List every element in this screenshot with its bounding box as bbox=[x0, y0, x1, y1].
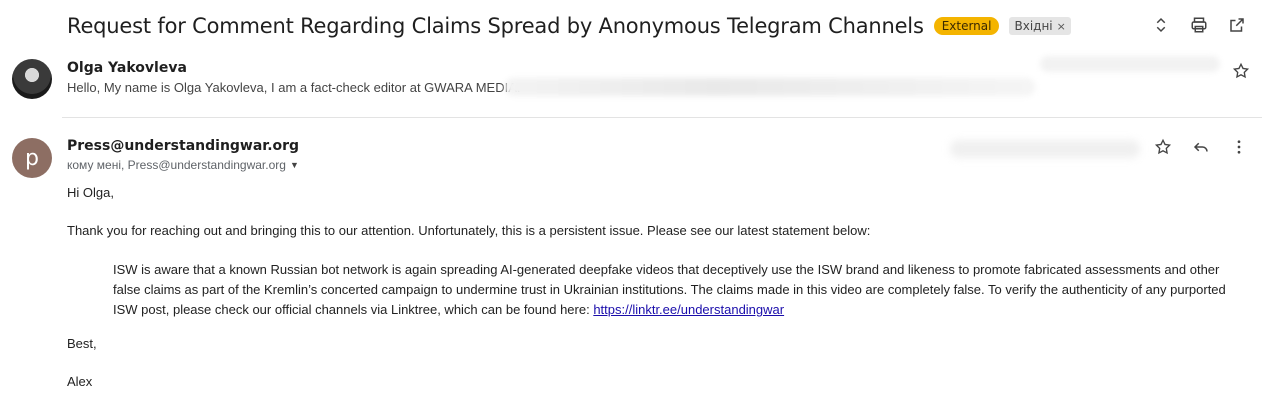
signature: Alex bbox=[67, 374, 93, 389]
avatar: p bbox=[12, 138, 52, 178]
remove-label-icon[interactable]: × bbox=[1057, 20, 1066, 33]
signoff: Best, bbox=[67, 336, 97, 351]
redacted-area bbox=[950, 140, 1140, 158]
chevron-down-icon[interactable]: ▼ bbox=[290, 160, 299, 170]
sender-name: Olga Yakovleva bbox=[67, 60, 187, 76]
collapsed-message[interactable]: Olga Yakovleva Hello, My name is Olga Ya… bbox=[0, 52, 1262, 116]
inbox-label: Вхідні bbox=[1014, 19, 1053, 33]
divider bbox=[62, 117, 1262, 118]
intro-paragraph: Thank you for reaching out and bringing … bbox=[67, 223, 871, 238]
subject-row: Request for Comment Regarding Claims Spr… bbox=[67, 12, 1071, 40]
print-icon[interactable] bbox=[1188, 14, 1210, 36]
inbox-label-chip[interactable]: Вхідні × bbox=[1009, 17, 1071, 35]
recipients-text: кому мені, Press@understandingwar.org bbox=[67, 158, 286, 172]
unfold-icon[interactable] bbox=[1150, 14, 1172, 36]
redacted-area bbox=[505, 78, 1035, 96]
message-snippet: Hello, My name is Olga Yakovleva, I am a… bbox=[67, 80, 521, 95]
thread-toolbar bbox=[1150, 14, 1248, 36]
reply-icon[interactable] bbox=[1190, 136, 1212, 158]
star-icon[interactable] bbox=[1152, 136, 1174, 158]
linktree-link[interactable]: https://linktr.ee/understandingwar bbox=[593, 302, 784, 317]
redacted-area bbox=[1040, 56, 1220, 72]
greeting: Hi Olga, bbox=[67, 185, 114, 200]
external-badge: External bbox=[933, 17, 1000, 35]
email-subject: Request for Comment Regarding Claims Spr… bbox=[67, 14, 924, 38]
star-icon[interactable] bbox=[1230, 60, 1252, 82]
open-in-new-window-icon[interactable] bbox=[1226, 14, 1248, 36]
message-actions bbox=[1152, 136, 1250, 158]
sender-name: Press@understandingwar.org bbox=[67, 138, 300, 154]
more-vert-icon[interactable] bbox=[1228, 136, 1250, 158]
avatar bbox=[12, 59, 52, 99]
recipients-line: кому мені, Press@understandingwar.org ▼ bbox=[67, 158, 299, 172]
quoted-statement: ISW is aware that a known Russian bot ne… bbox=[113, 260, 1228, 320]
